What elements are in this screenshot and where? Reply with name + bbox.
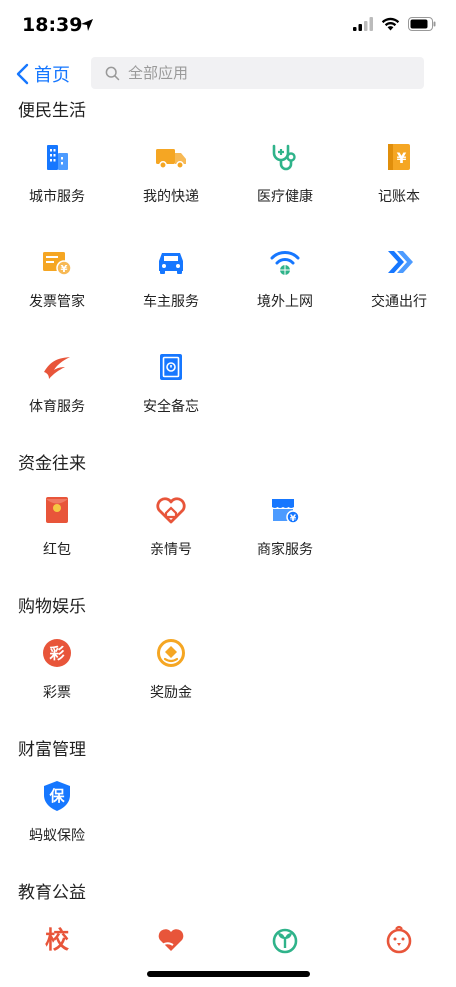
- app-grid: 彩 彩票 奖励金: [0, 622, 456, 727]
- app-overseas-internet[interactable]: 境外上网: [228, 231, 342, 336]
- cellular-signal-icon: [353, 17, 373, 31]
- search-box[interactable]: [91, 57, 424, 89]
- svg-text:¥: ¥: [397, 151, 407, 167]
- stethoscope-icon: [268, 140, 302, 174]
- school-icon: 校: [40, 922, 74, 956]
- lottery-icon: 彩: [40, 636, 74, 670]
- section-shopping-entertainment: 购物娱乐 彩 彩票 奖励金: [0, 592, 456, 727]
- app-label: 境外上网: [257, 294, 313, 310]
- reward-coin-icon: [154, 636, 188, 670]
- app-security-memo[interactable]: 安全备忘: [114, 336, 228, 441]
- safe-box-icon: [154, 350, 188, 384]
- app-label: 安全备忘: [143, 399, 199, 415]
- screen: 18:39 首页 全部应用 便民生活 城市服务 我的快递 医疗健康 ¥ 记账本 …: [0, 0, 456, 987]
- back-button[interactable]: 首页: [16, 60, 70, 88]
- app-label: 彩票: [43, 685, 71, 701]
- app-label: 蚂蚁保险: [29, 828, 85, 844]
- section-title: 购物娱乐: [18, 597, 86, 617]
- insurance-shield-icon: 保: [40, 779, 74, 813]
- app-ant-insurance[interactable]: 保 蚂蚁保险: [0, 765, 114, 870]
- app-reward-bonus[interactable]: 奖励金: [114, 622, 228, 727]
- app-invoice-manager[interactable]: ¥ 发票管家: [0, 231, 114, 336]
- search-input[interactable]: [128, 64, 408, 82]
- svg-text:¥: ¥: [61, 264, 68, 275]
- app-family-account[interactable]: 亲情号: [114, 479, 228, 584]
- ledger-book-icon: ¥: [382, 140, 416, 174]
- store-icon: ¥: [268, 493, 302, 527]
- app-label: 车主服务: [143, 294, 199, 310]
- heart-home-icon: [154, 493, 188, 527]
- status-indicators: [353, 17, 436, 31]
- section-title: 教育公益: [18, 883, 86, 903]
- search-icon: [105, 66, 120, 80]
- app-label: 红包: [43, 542, 71, 558]
- app-label: 交通出行: [371, 294, 427, 310]
- double-chevron-icon: [382, 245, 416, 279]
- location-arrow-icon: [81, 19, 93, 31]
- app-school[interactable]: 校: [0, 908, 114, 987]
- app-transport[interactable]: 交通出行: [342, 231, 456, 336]
- app-lottery[interactable]: 彩 彩票: [0, 622, 114, 727]
- wifi-icon: [381, 17, 400, 31]
- red-envelope-icon: [40, 493, 74, 527]
- city-buildings-icon: [40, 140, 74, 174]
- app-label: 商家服务: [257, 542, 313, 558]
- app-my-delivery[interactable]: 我的快递: [114, 126, 228, 231]
- app-grid: 红包 亲情号 ¥ 商家服务: [0, 479, 456, 584]
- app-label: 发票管家: [29, 294, 85, 310]
- invoice-icon: ¥: [40, 245, 74, 279]
- app-label: 城市服务: [29, 189, 85, 205]
- section-money-transfer: 资金往来 红包 亲情号 ¥ 商家服务: [0, 449, 456, 584]
- sprout-icon: [268, 922, 302, 956]
- chick-icon: [382, 922, 416, 956]
- app-ledger[interactable]: ¥ 记账本: [342, 126, 456, 231]
- section-title: 资金往来: [18, 454, 86, 474]
- app-sections: 便民生活 城市服务 我的快递 医疗健康 ¥ 记账本 ¥ 发票管家 车主服务 境外…: [0, 96, 456, 987]
- app-car-owner[interactable]: 车主服务: [114, 231, 228, 336]
- status-bar: 18:39: [0, 0, 456, 52]
- app-sports-service[interactable]: 体育服务: [0, 336, 114, 441]
- delivery-truck-icon: [154, 140, 188, 174]
- app-label: 医疗健康: [257, 189, 313, 205]
- svg-text:¥: ¥: [290, 514, 297, 524]
- school-glyph: 校: [45, 926, 70, 954]
- wifi-globe-icon: [268, 245, 302, 279]
- section-wealth-management: 财富管理 保 蚂蚁保险: [0, 735, 456, 870]
- app-grid: 城市服务 我的快递 医疗健康 ¥ 记账本 ¥ 发票管家 车主服务 境外上网 交通…: [0, 126, 456, 441]
- lottery-glyph: 彩: [48, 645, 64, 663]
- charity-heart-icon: [154, 922, 188, 956]
- app-label: 奖励金: [150, 685, 192, 701]
- app-chick[interactable]: [342, 908, 456, 987]
- sports-swoosh-icon: [40, 350, 74, 384]
- app-merchant-service[interactable]: ¥ 商家服务: [228, 479, 342, 584]
- nav-bar: 首页: [0, 52, 456, 96]
- insurance-glyph: 保: [48, 787, 65, 805]
- section-title: 财富管理: [18, 740, 86, 760]
- app-label: 我的快递: [143, 189, 199, 205]
- app-grid: 保 蚂蚁保险: [0, 765, 456, 870]
- section-title: 便民生活: [18, 101, 86, 121]
- back-label: 首页: [34, 65, 70, 86]
- home-indicator[interactable]: [147, 971, 310, 977]
- app-label: 体育服务: [29, 399, 85, 415]
- app-label: 亲情号: [150, 542, 192, 558]
- battery-icon: [408, 17, 436, 31]
- section-convenience: 便民生活 城市服务 我的快递 医疗健康 ¥ 记账本 ¥ 发票管家 车主服务 境外…: [0, 96, 456, 441]
- app-city-service[interactable]: 城市服务: [0, 126, 114, 231]
- app-label: 记账本: [378, 189, 420, 205]
- app-red-envelope[interactable]: 红包: [0, 479, 114, 584]
- status-time: 18:39: [22, 14, 83, 36]
- chevron-left-icon: [16, 63, 29, 85]
- car-icon: [154, 245, 188, 279]
- app-medical-health[interactable]: 医疗健康: [228, 126, 342, 231]
